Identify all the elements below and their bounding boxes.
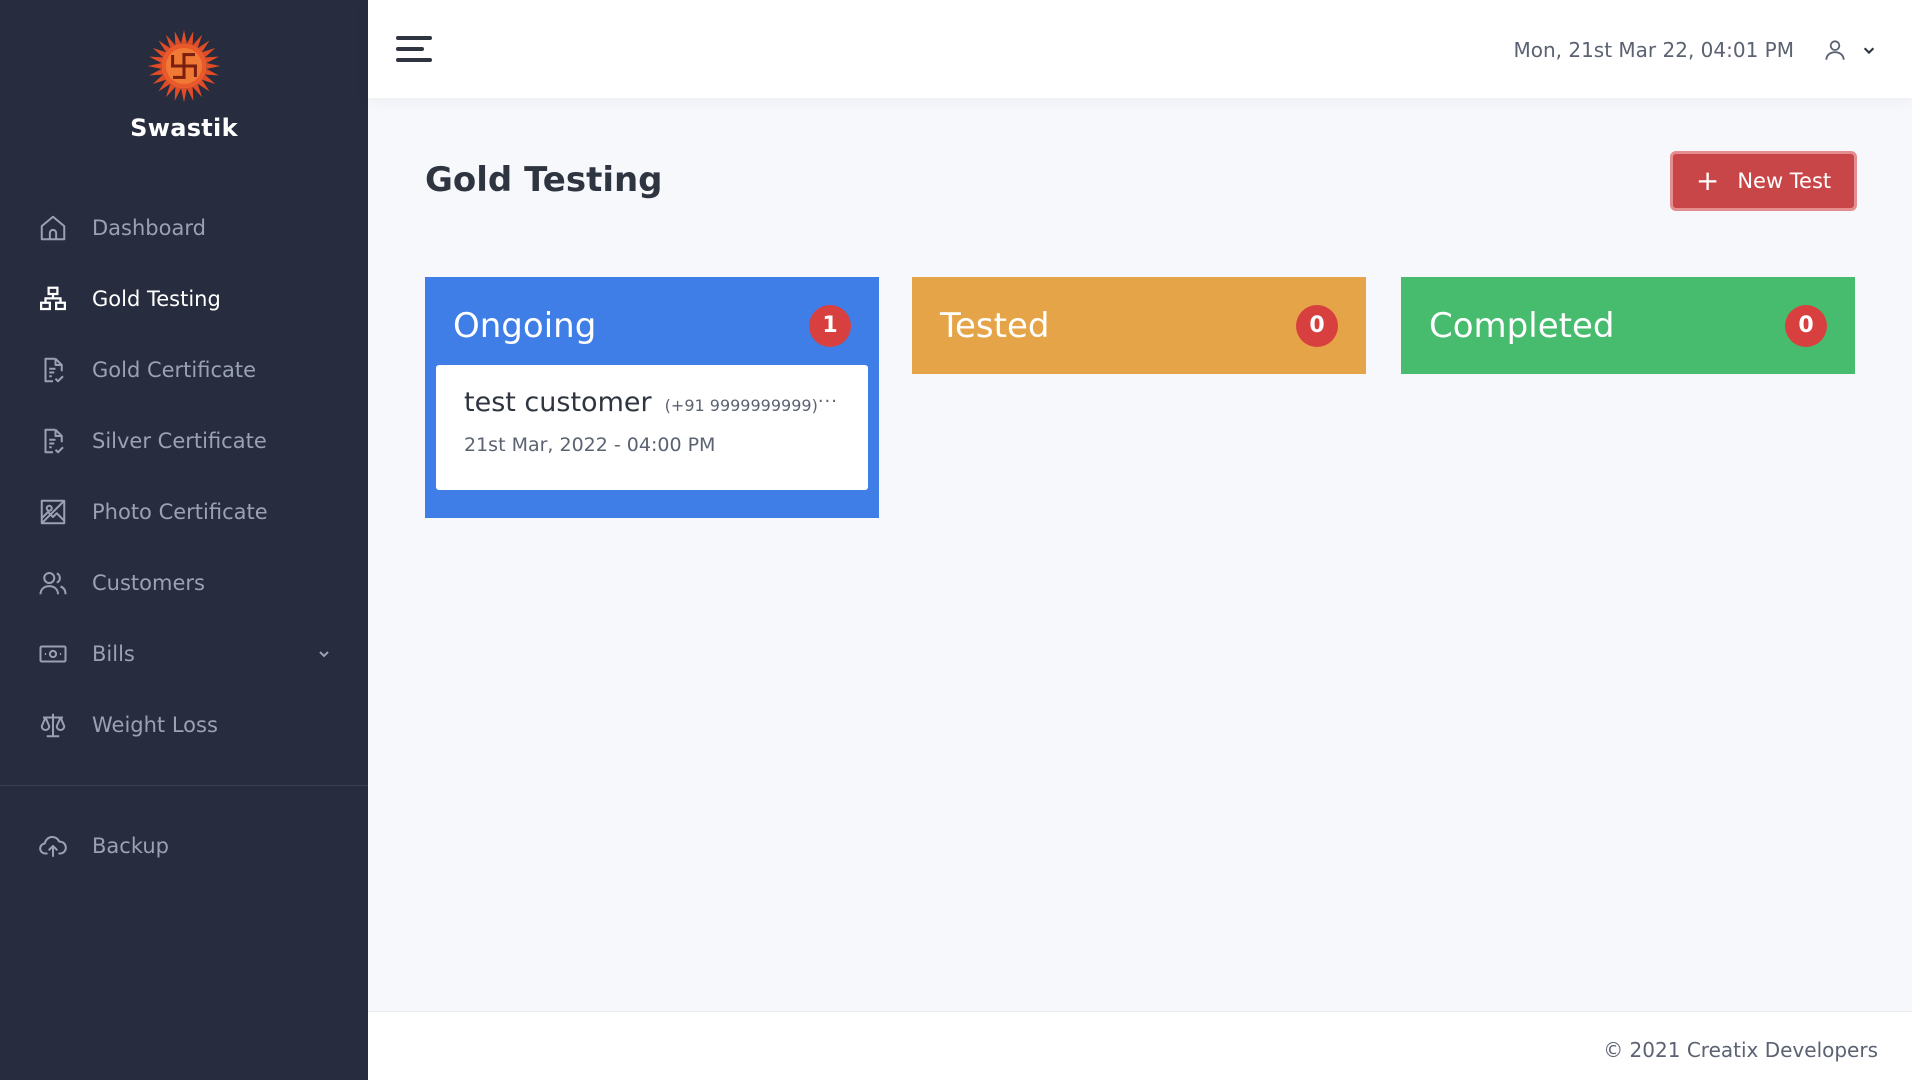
sidebar-item-gold-certificate[interactable]: Gold Certificate (0, 334, 368, 405)
sidebar-item-label: Backup (92, 833, 169, 858)
sidebar: Swastik Dashboard Gold Testing Gold Cert… (0, 0, 368, 1080)
footer: © 2021 Creatix Developers (368, 1011, 1912, 1080)
sidebar-item-dashboard[interactable]: Dashboard (0, 192, 368, 263)
sidebar-item-photo-certificate[interactable]: Photo Certificate (0, 476, 368, 547)
new-test-button[interactable]: + New Test (1670, 151, 1857, 211)
card-date: 21st Mar, 2022 - 04:00 PM (464, 434, 716, 456)
count-badge: 0 (1296, 304, 1338, 347)
page-title: Gold Testing (425, 160, 663, 200)
image-icon (37, 496, 69, 528)
user-menu[interactable] (1822, 34, 1876, 66)
sidebar-item-gold-testing[interactable]: Gold Testing (0, 263, 368, 334)
lane-title: Tested (940, 305, 1050, 346)
lane-completed: Completed 0 (1401, 277, 1855, 374)
sitemap-icon (37, 283, 69, 315)
plus-icon: + (1695, 164, 1720, 197)
sidebar-item-customers[interactable]: Customers (0, 547, 368, 618)
user-icon (1825, 40, 1845, 60)
cloud-upload-icon (37, 830, 69, 862)
footer-copyright: © 2021 Creatix Developers (1603, 1038, 1878, 1062)
lane-tested: Tested 0 (912, 277, 1366, 374)
lane-header: Tested 0 (912, 277, 1366, 374)
count-badge: 0 (1785, 304, 1827, 347)
count-badge: 1 (809, 304, 851, 347)
lane-header: Completed 0 (1401, 277, 1855, 374)
lane-ongoing: Ongoing 1 test customer (+91 9999999999)… (425, 277, 879, 518)
home-icon (37, 212, 69, 244)
hamburger-icon[interactable] (396, 34, 432, 64)
certificate-icon (37, 425, 69, 457)
sidebar-item-label: Photo Certificate (92, 499, 268, 524)
sidebar-divider (0, 785, 368, 786)
sidebar-item-bills[interactable]: Bills (0, 618, 368, 689)
certificate-icon (37, 354, 69, 386)
lane-title: Ongoing (453, 305, 597, 346)
scale-icon (37, 709, 69, 741)
sidebar-item-label: Weight Loss (92, 712, 218, 737)
more-options-icon[interactable]: ··· (818, 391, 838, 412)
sidebar-item-weight-loss[interactable]: Weight Loss (0, 689, 368, 760)
card-customer-phone: (+91 9999999999) (664, 396, 818, 415)
new-test-label: New Test (1737, 169, 1832, 193)
lane-header: Ongoing 1 (425, 277, 879, 374)
chevron-down-icon[interactable] (316, 646, 332, 662)
chevron-down-icon (1863, 47, 1875, 55)
sidebar-nav: Dashboard Gold Testing Gold Certificate … (0, 192, 368, 760)
sidebar-item-label: Customers (92, 570, 205, 595)
topbar: Mon, 21st Mar 22, 04:01 PM (368, 0, 1912, 98)
brand[interactable]: Swastik (0, 28, 368, 142)
window-edge (1912, 0, 1920, 1080)
brand-name: Swastik (130, 114, 238, 142)
users-icon (37, 567, 69, 599)
sidebar-item-silver-certificate[interactable]: Silver Certificate (0, 405, 368, 476)
test-card[interactable]: test customer (+91 9999999999) ··· 21st … (436, 365, 868, 490)
current-datetime: Mon, 21st Mar 22, 04:01 PM (1513, 38, 1794, 62)
sidebar-item-label: Silver Certificate (92, 428, 267, 453)
sidebar-item-label: Gold Testing (92, 286, 221, 311)
sidebar-item-label: Gold Certificate (92, 357, 257, 382)
banknote-icon (37, 638, 69, 670)
sidebar-item-label: Bills (92, 641, 135, 666)
card-customer-name: test customer (464, 387, 652, 418)
sun-swastika-logo-icon (147, 29, 221, 103)
sidebar-item-label: Dashboard (92, 215, 206, 240)
sidebar-item-backup[interactable]: Backup (0, 810, 368, 881)
lane-title: Completed (1429, 305, 1615, 346)
sidebar-backup-section: Backup (0, 810, 368, 881)
